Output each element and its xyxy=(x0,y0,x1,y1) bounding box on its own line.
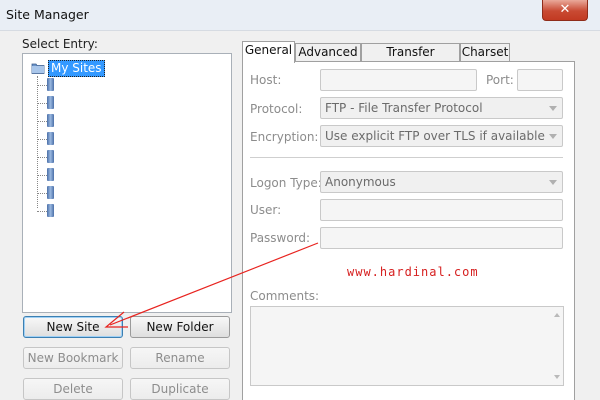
tree-item-site[interactable] xyxy=(37,186,187,200)
server-icon xyxy=(47,96,54,109)
tree-branch xyxy=(37,103,47,104)
password-label: Password: xyxy=(250,231,311,245)
port-label: Port: xyxy=(486,73,514,87)
chevron-down-icon xyxy=(549,134,557,139)
scroll-up-icon[interactable] xyxy=(554,313,560,317)
encryption-value: Use explicit FTP over TLS if available xyxy=(325,129,545,143)
host-input[interactable] xyxy=(320,69,477,91)
watermark-text: www.hardinal.com xyxy=(347,265,479,279)
tree-item-site[interactable] xyxy=(37,168,187,182)
duplicate-button[interactable]: Duplicate xyxy=(130,378,230,400)
chevron-down-icon xyxy=(549,106,557,111)
logon-type-value: Anonymous xyxy=(325,175,396,189)
rename-button[interactable]: Rename xyxy=(130,347,230,369)
tree-item-site[interactable] xyxy=(37,96,187,110)
server-icon xyxy=(47,168,54,181)
tree-branch xyxy=(37,121,47,122)
new-bookmark-button[interactable]: New Bookmark xyxy=(23,347,123,369)
tree-root-label: My Sites xyxy=(48,60,105,77)
tree-branch xyxy=(37,211,47,212)
new-site-button[interactable]: New Site xyxy=(23,316,123,338)
tree-branch xyxy=(37,193,47,194)
server-icon xyxy=(47,204,54,217)
title-bar: Site Manager ✕ xyxy=(0,0,600,31)
logon-type-label: Logon Type: xyxy=(250,176,322,190)
delete-button[interactable]: Delete xyxy=(23,378,123,400)
user-input[interactable] xyxy=(320,199,563,221)
encryption-select[interactable]: Use explicit FTP over TLS if available xyxy=(320,125,563,147)
select-entry-label: Select Entry: xyxy=(22,37,98,51)
scroll-down-icon[interactable] xyxy=(554,375,560,379)
tree-branch xyxy=(37,175,47,176)
server-icon xyxy=(47,114,54,127)
tree-item-site[interactable] xyxy=(37,114,187,128)
server-icon xyxy=(47,78,54,91)
tab-general[interactable]: General xyxy=(242,41,295,63)
port-input[interactable] xyxy=(517,69,563,91)
comments-textarea[interactable] xyxy=(250,306,564,386)
tab-charset[interactable]: Charset xyxy=(460,43,510,61)
protocol-select[interactable]: FTP - File Transfer Protocol xyxy=(320,97,563,119)
tree-branch xyxy=(37,157,47,158)
tree-item-site[interactable] xyxy=(37,78,187,92)
user-label: User: xyxy=(250,203,282,217)
tree-branch xyxy=(37,85,47,86)
comments-label: Comments: xyxy=(250,289,320,303)
password-input[interactable] xyxy=(320,227,563,249)
new-folder-button[interactable]: New Folder xyxy=(130,316,230,338)
encryption-label: Encryption: xyxy=(250,130,319,144)
protocol-label: Protocol: xyxy=(250,102,303,116)
protocol-value: FTP - File Transfer Protocol xyxy=(325,101,483,115)
window-title: Site Manager xyxy=(6,7,89,22)
tree-branch xyxy=(37,139,47,140)
server-icon xyxy=(47,150,54,163)
site-manager-window: Site Manager ✕ Select Entry: My Sites Ne… xyxy=(0,0,600,400)
logon-type-select[interactable]: Anonymous xyxy=(320,171,563,193)
host-label: Host: xyxy=(250,73,282,87)
tree-item-site[interactable] xyxy=(37,150,187,164)
site-tree[interactable]: My Sites xyxy=(22,53,232,313)
tree-item-site[interactable] xyxy=(37,132,187,146)
close-button[interactable]: ✕ xyxy=(542,0,588,21)
server-icon xyxy=(47,132,54,145)
server-icon xyxy=(47,186,54,199)
tab-advanced[interactable]: Advanced xyxy=(295,43,361,61)
divider xyxy=(250,157,563,158)
tree-item-site[interactable] xyxy=(37,204,187,218)
folder-icon xyxy=(31,63,45,74)
tab-transfer-settings[interactable]: Transfer Settings xyxy=(361,43,460,76)
chevron-down-icon xyxy=(549,180,557,185)
